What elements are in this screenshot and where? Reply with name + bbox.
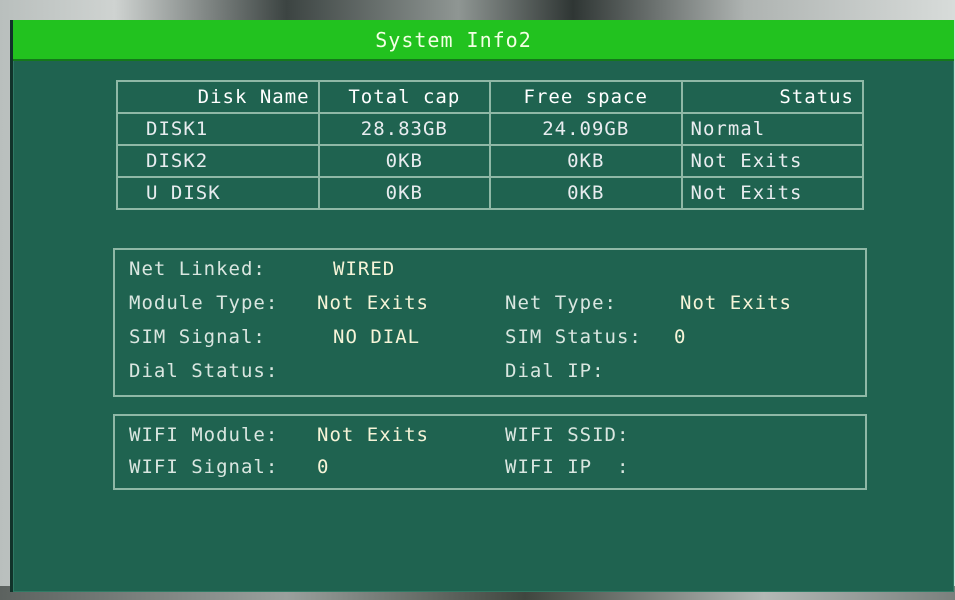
net-linked-value: WIRED xyxy=(333,258,396,280)
status-cell: Not Exits xyxy=(680,176,865,210)
disk-name-cell: DISK2 xyxy=(116,144,320,178)
net-type-value: Not Exits xyxy=(680,292,792,314)
module-type-value: Not Exits xyxy=(317,292,429,314)
network-info-panel: Net Linked: WIRED Module Type: Not Exits… xyxy=(113,248,867,397)
table-row: U DISK 0KB 0KB Not Exits xyxy=(116,176,865,210)
disk-name-cell: U DISK xyxy=(116,176,320,210)
header-disk-name: Disk Name xyxy=(116,80,320,114)
disk-table: Disk Name Total cap Free space Status DI… xyxy=(116,80,865,210)
sim-signal-value: NO DIAL xyxy=(333,326,421,348)
system-info-window: System Info2 Disk Name Total cap Free sp… xyxy=(10,20,954,592)
wifi-signal-label: WIFI Signal: xyxy=(129,456,279,478)
table-row: DISK1 28.83GB 24.09GB Normal xyxy=(116,112,865,146)
free-space-cell: 0KB xyxy=(488,176,683,210)
total-cap-cell: 0KB xyxy=(317,176,491,210)
wifi-ssid-label: WIFI SSID: xyxy=(505,424,630,446)
total-cap-cell: 0KB xyxy=(317,144,491,178)
status-cell: Not Exits xyxy=(680,144,865,178)
module-type-label: Module Type: xyxy=(129,292,279,314)
header-total-cap: Total cap xyxy=(317,80,491,114)
header-free-space: Free space xyxy=(488,80,683,114)
free-space-cell: 0KB xyxy=(488,144,683,178)
total-cap-cell: 28.83GB xyxy=(317,112,491,146)
sim-status-value: 0 xyxy=(674,326,687,348)
net-linked-label: Net Linked: xyxy=(129,258,266,280)
wifi-module-label: WIFI Module: xyxy=(129,424,279,446)
wifi-signal-value: 0 xyxy=(317,456,330,478)
title-bar: System Info2 xyxy=(13,20,954,61)
header-status: Status xyxy=(680,80,865,114)
wifi-info-panel: WIFI Module: Not Exits WIFI SSID: WIFI S… xyxy=(113,414,867,490)
disk-table-header-row: Disk Name Total cap Free space Status xyxy=(116,80,865,114)
net-type-label: Net Type: xyxy=(505,292,617,314)
wifi-module-value: Not Exits xyxy=(317,424,429,446)
disk-name-cell: DISK1 xyxy=(116,112,320,146)
window-title: System Info2 xyxy=(375,27,532,52)
status-cell: Normal xyxy=(680,112,865,146)
sim-status-label: SIM Status: xyxy=(505,326,642,348)
wifi-ip-label: WIFI IP : xyxy=(505,456,630,478)
sim-signal-label: SIM Signal: xyxy=(129,326,266,348)
table-row: DISK2 0KB 0KB Not Exits xyxy=(116,144,865,178)
free-space-cell: 24.09GB xyxy=(488,112,683,146)
dial-ip-label: Dial IP: xyxy=(505,360,605,382)
dial-status-label: Dial Status: xyxy=(129,360,279,382)
